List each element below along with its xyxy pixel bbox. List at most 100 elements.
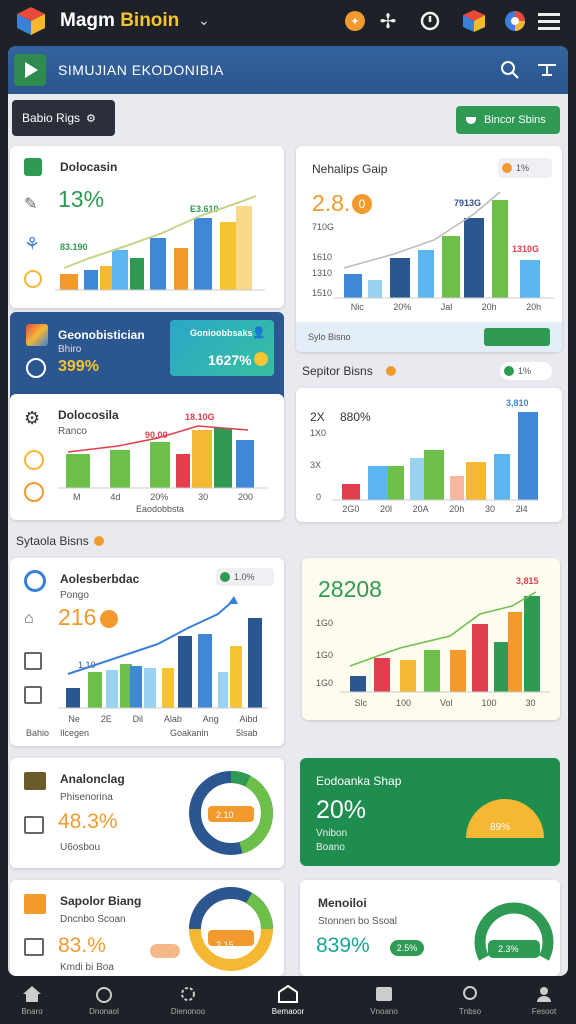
card-dolocasin[interactable]: Dolocasin 13% ✎ ⚘ 83.190 E3.610 — [10, 146, 284, 308]
tag-icon: ✎ — [24, 196, 38, 213]
card-title: Sapolor Biang — [60, 894, 142, 908]
percent-pill[interactable]: 1.0% — [216, 568, 274, 586]
card-title: Nehalips Gaip — [312, 162, 388, 176]
card-sapolor[interactable]: Sapolor Biang Dncnbo Scoan Kmdi bi Boa 8… — [10, 880, 284, 976]
y-tick: 0 — [316, 492, 322, 502]
mini-value: 1627% — [208, 352, 252, 368]
window-header: SIMUJIAN EKODONIBIA — [8, 46, 568, 94]
chevron-down-icon[interactable]: ⌄ — [198, 12, 210, 29]
card-28208[interactable]: 28208 3,815 1G0 1G0 1G0 Slc 100 Vol 100 30 — [302, 558, 560, 720]
footer-label: 5lsab — [236, 728, 258, 738]
building-icon — [278, 984, 298, 1003]
image-icon — [376, 986, 392, 1001]
percent-pill[interactable]: 2.5% — [390, 940, 424, 956]
card-dolocosila[interactable]: ⚙ Dolocosila Ranco 90.00 18.10G M 4d 20% 30… — [10, 394, 284, 520]
card-subtitle: Kmdi bi Boa — [60, 962, 114, 973]
nav-reports[interactable]: Bemaoor — [256, 976, 320, 1024]
home-icon: ⌂ — [24, 610, 34, 627]
nav-home[interactable]: Bnaro — [0, 976, 64, 1024]
card-value: 20% — [316, 796, 367, 824]
card7-bar-chart — [58, 596, 268, 709]
card-subtitle: Phisenorina — [60, 792, 113, 803]
search-icon[interactable] — [500, 60, 520, 85]
app-icon — [26, 324, 48, 346]
document-icon — [24, 686, 42, 704]
settings-icon: ⚙ — [86, 112, 96, 125]
card-subtitle: Boano — [316, 842, 345, 853]
percent-pill[interactable]: 1% — [498, 158, 552, 178]
chart-icon — [24, 158, 42, 176]
play-icon[interactable] — [14, 54, 46, 86]
card1-bars — [60, 206, 252, 290]
card5-bar-chart — [58, 425, 268, 489]
footer-label: Ilcegen — [60, 728, 90, 738]
home-icon — [23, 985, 41, 1002]
x-axis-ticks: Ne 2E Dil Alab Ang Aibd — [68, 714, 258, 724]
card-nehalips[interactable]: Nehalips Gaip 1% 2.8. 0 710G 7913G 1310G… — [296, 146, 562, 352]
svg-text:✦: ✦ — [350, 16, 359, 28]
card-title: Dolocosila — [58, 408, 119, 422]
top-bar: Magm Binoin ⌄ ✦ ✢ — [0, 0, 576, 44]
folder-icon — [24, 772, 46, 790]
green-badge[interactable] — [484, 328, 550, 346]
nav-profile[interactable]: Fesoot — [512, 976, 576, 1024]
cube-icon[interactable] — [462, 9, 486, 33]
app-title: Magm Binoin — [60, 10, 180, 31]
gauge-label: 2.3% — [498, 944, 519, 954]
gauge-chart — [474, 902, 554, 961]
card-subtitle: Dncnbo Scoan — [60, 914, 126, 925]
card-title: 2X — [310, 410, 325, 424]
card8-bar-chart — [340, 591, 550, 693]
card2-bar-chart — [334, 191, 554, 299]
coin-icon[interactable]: ✦ — [343, 9, 367, 33]
action-button[interactable]: Bincor Sbins — [456, 106, 560, 134]
pill-toggle[interactable]: 1% — [500, 362, 552, 380]
card-eodoanka[interactable]: Eodoanka Shap 20% Vnibon Boano 89% — [300, 758, 560, 866]
card-subtitle: Stonnen bo Ssoal — [318, 916, 397, 927]
card-title: Geonobistician — [58, 328, 145, 342]
mini-title: Gonioobbsaks — [190, 328, 253, 338]
section-heading: Sytaola Bisns — [16, 534, 89, 548]
fan-icon[interactable]: ✢ — [376, 9, 400, 33]
bottom-nav: Bnaro Dnonaol Dienonoo Bemaoor Vnoano Tn… — [0, 976, 576, 1024]
y-tick: 1310 — [312, 268, 333, 278]
clock-icon — [24, 270, 42, 288]
y-tick: 1G0 — [316, 618, 334, 628]
mini-card[interactable]: Gonioobbsaks 👤 1627% — [170, 320, 274, 376]
gauge-icon — [96, 986, 112, 1003]
card-value: 839% — [316, 934, 370, 957]
status-pill[interactable] — [150, 944, 180, 958]
x-axis-ticks: Slc 100 Vol 100 30 — [354, 698, 536, 708]
refresh-icon — [24, 570, 46, 592]
settings-icon — [181, 986, 195, 1001]
card6-bar-chart — [332, 412, 538, 501]
clock-icon — [24, 482, 44, 502]
tab-button[interactable]: Babio Rigs ⚙ — [12, 100, 115, 136]
card-title: Dolocasin — [60, 160, 118, 174]
card-value: 83.% — [58, 934, 106, 957]
menu-icon[interactable] — [537, 9, 561, 33]
card-aolesberbdac[interactable]: Aolesberbdac Pongo 1.0% 216 ⌂ 1.10 Ne 2E… — [10, 558, 284, 746]
nav-location[interactable]: Tnbso — [438, 976, 502, 1024]
coin-icon — [254, 352, 268, 366]
sun-icon — [24, 450, 44, 470]
nav-dashboard[interactable]: Dnonaol — [72, 976, 136, 1024]
card-footer: Eaodobbsta — [136, 504, 185, 514]
browser-icon[interactable] — [503, 9, 527, 33]
filter-icon[interactable] — [538, 62, 556, 83]
card-menoiloi[interactable]: Menoiloi Stonnen bo Ssoal 839% 2.5% 2.3% — [300, 880, 560, 976]
calendar-icon — [24, 652, 42, 670]
card-title: Menoiloi — [318, 896, 367, 910]
card-analonclag[interactable]: Analonclag Phisenorina 48.3% U6osbou 2.1… — [10, 758, 284, 868]
card-value: 48.3% — [58, 810, 118, 833]
nav-media[interactable]: Vnoano — [352, 976, 416, 1024]
app-logo-icon — [17, 7, 45, 35]
data-label: 18.10G — [185, 412, 215, 422]
gauge-label: 89% — [490, 822, 511, 833]
x-axis-ticks: 2G0 20l 20A 20h 30 2l4 — [342, 504, 528, 514]
nav-settings[interactable]: Dienonoo — [156, 976, 220, 1024]
gear-icon: ⚙ — [24, 408, 41, 428]
data-label: 3,815 — [516, 576, 539, 586]
power-icon[interactable] — [418, 9, 442, 33]
card-2x-chart[interactable]: 2X 880% 1X0 3X 0 3,810 2G0 20l 20A 20h 30 2l4 — [296, 388, 562, 522]
